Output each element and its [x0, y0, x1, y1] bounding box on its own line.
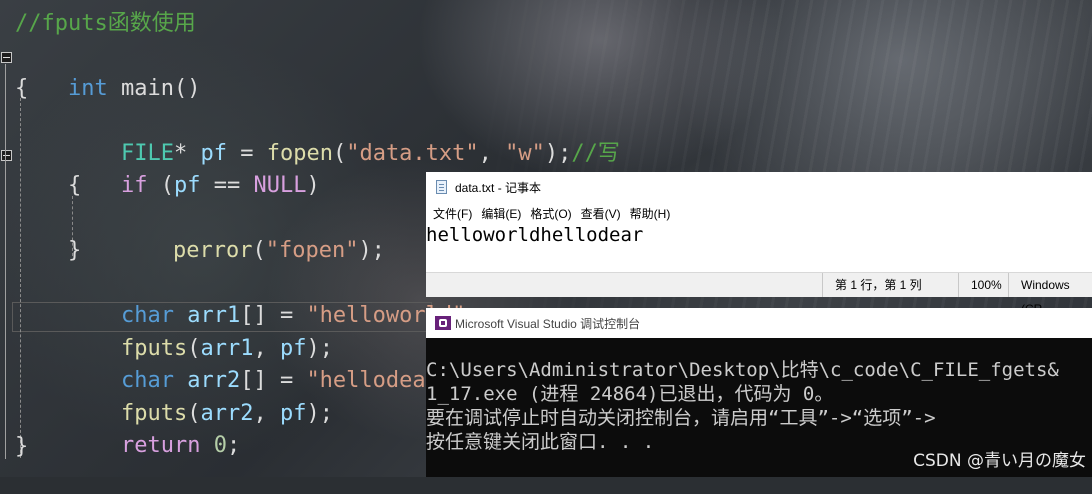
code-line-7: }: [68, 238, 82, 263]
code-line-8: char arr1[] = "helloworld";: [68, 268, 479, 328]
notepad-title: data.txt - 记事本: [455, 181, 542, 195]
keyword: if: [120, 173, 148, 198]
code-text: );: [306, 401, 333, 426]
code-text: (: [252, 238, 266, 263]
menu-file[interactable]: 文件(F): [433, 205, 472, 223]
zoom-level: 100%: [958, 273, 1002, 297]
code-line-1: int main(): [15, 41, 200, 101]
menu-format[interactable]: 格式(O): [530, 205, 571, 223]
code-text: main(): [107, 76, 201, 101]
code-comment: //fputs函数使用: [15, 11, 196, 36]
macro-name: NULL: [253, 173, 307, 198]
code-text: ,: [478, 141, 506, 166]
code-line-6: perror("fopen");: [120, 203, 385, 263]
code-text: ): [306, 173, 320, 198]
visual-studio-icon: [435, 316, 451, 330]
code-text: ,: [253, 401, 280, 426]
collapse-icon[interactable]: [1, 52, 12, 63]
fold-line: [5, 262, 6, 272]
collapse-icon[interactable]: [1, 150, 12, 161]
notepad-window[interactable]: data.txt - 记事本 文件(F) 编辑(E) 格式(O) 查看(V) 帮…: [426, 172, 1092, 316]
code-line-13: }: [15, 434, 29, 459]
csdn-watermark: CSDN @青い月の魔女: [913, 451, 1086, 471]
menu-view[interactable]: 查看(V): [581, 205, 621, 223]
notepad-icon: [436, 180, 447, 194]
code-line-5: {: [68, 173, 82, 198]
code-line-3: FILE* pf = fopen("data.txt", "w");//写: [68, 106, 620, 166]
string-literal: "fopen": [265, 238, 359, 263]
notepad-text-area[interactable]: helloworldhellodear: [426, 224, 643, 246]
code-line-2: {: [15, 76, 29, 101]
console-line: 要在调试停止时自动关闭控制台，请启用“工具”->“选项”->: [426, 407, 936, 429]
code-line-11: fputs(arr2, pf);: [68, 366, 333, 426]
code-line-12: return 0;: [68, 398, 240, 458]
console-output: C:\Users\Administrator\Desktop\比特\c_code…: [426, 358, 1059, 454]
console-line: C:\Users\Administrator\Desktop\比特\c_code…: [426, 359, 1059, 381]
keyword: return: [120, 433, 201, 458]
debug-console-window[interactable]: Microsoft Visual Studio 调试控制台 C:\Users\A…: [426, 308, 1092, 477]
identifier: pf: [173, 173, 201, 198]
code-text: ==: [200, 173, 254, 198]
notepad-titlebar[interactable]: data.txt - 记事本: [426, 172, 1092, 202]
code-line-10: char arr2[] = "hellodear";: [68, 333, 465, 393]
line-ending: Windows (CR: [1008, 273, 1092, 316]
notepad-menubar: 文件(F) 编辑(E) 格式(O) 查看(V) 帮助(H): [426, 205, 672, 223]
string-literal: "data.txt": [346, 141, 479, 166]
console-title: Microsoft Visual Studio 调试控制台: [455, 317, 641, 331]
keyword: int: [67, 76, 108, 101]
code-text: );: [358, 238, 385, 263]
string-literal: "w": [505, 141, 545, 166]
menu-edit[interactable]: 编辑(E): [481, 205, 521, 223]
code-line-4: if (pf == NULL): [68, 138, 320, 198]
code-comment: //写: [571, 141, 620, 166]
console-titlebar[interactable]: Microsoft Visual Studio 调试控制台: [426, 308, 1092, 338]
notepad-statusbar: 第 1 行，第 1 列 100% Windows (CR: [426, 272, 1092, 316]
identifier: pf: [279, 401, 307, 426]
code-text: (: [147, 173, 174, 198]
code-line-9: fputs(arr1, pf);: [68, 301, 333, 361]
console-line: 1_17.exe (进程 24864)已退出，代码为 0。: [426, 383, 834, 405]
cursor-position: 第 1 行，第 1 列: [822, 273, 922, 297]
menu-help[interactable]: 帮助(H): [630, 205, 671, 223]
indent-guide: [20, 98, 21, 458]
number-literal: 0: [213, 433, 227, 458]
function-name: perror: [172, 238, 253, 263]
code-text: (: [332, 141, 347, 166]
code-text: ;: [226, 433, 241, 458]
code-text: );: [544, 141, 572, 166]
